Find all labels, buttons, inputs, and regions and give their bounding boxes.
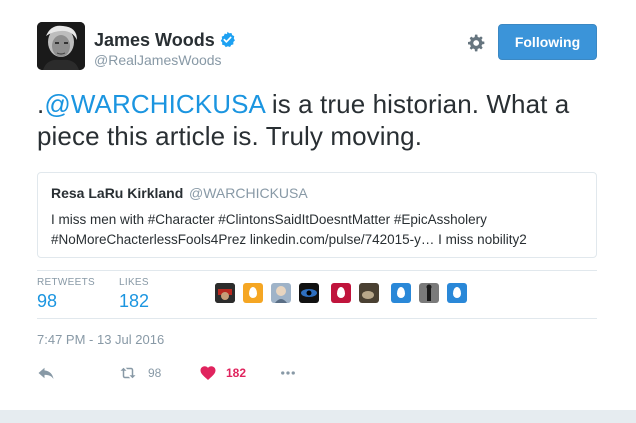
heart-icon[interactable] <box>199 364 217 382</box>
retweet-action-count: 98 <box>148 366 162 380</box>
quoted-tweet[interactable]: Resa LaRu Kirkland @WARCHICKUSA I miss m… <box>37 172 597 258</box>
liker-avatar[interactable] <box>299 283 319 303</box>
likes-count[interactable]: 182 <box>119 291 149 312</box>
liker-avatar[interactable] <box>391 283 411 303</box>
reply-icon[interactable] <box>37 364 55 382</box>
following-button[interactable]: Following <box>498 24 597 60</box>
author-avatar[interactable] <box>37 22 85 70</box>
liker-avatar[interactable] <box>215 283 235 303</box>
quoted-author-name: Resa LaRu Kirkland <box>51 185 184 201</box>
like-action-count: 182 <box>226 366 247 380</box>
divider <box>37 318 597 319</box>
liker-avatar[interactable] <box>271 283 291 303</box>
tweet-timestamp[interactable]: 7:47 PM - 13 Jul 2016 <box>37 332 164 347</box>
gear-icon[interactable] <box>466 33 486 53</box>
verified-badge-icon <box>220 31 235 48</box>
author-name[interactable]: James Woods <box>94 30 215 51</box>
retweets-count[interactable]: 98 <box>37 291 57 312</box>
page-background <box>0 410 636 423</box>
likes-label: LIKES <box>119 277 149 288</box>
mention-link[interactable]: @WARCHICKUSA <box>44 89 264 119</box>
divider <box>37 270 597 271</box>
author-handle[interactable]: @RealJamesWoods <box>94 52 222 68</box>
retweet-icon[interactable] <box>118 364 138 382</box>
tweet-card: James Woods @RealJamesWoods Following .@… <box>0 0 636 410</box>
retweets-label: RETWEETS <box>37 277 95 288</box>
tweet-text: .@WARCHICKUSA is a true historian. What … <box>37 88 612 152</box>
quoted-author-handle: @WARCHICKUSA <box>189 185 308 201</box>
more-icon[interactable] <box>277 364 299 382</box>
quoted-tweet-text: I miss men with #Character #ClintonsSaid… <box>51 212 527 247</box>
liker-avatar[interactable] <box>359 283 379 303</box>
liker-avatar[interactable] <box>331 283 351 303</box>
liker-avatar[interactable] <box>243 283 263 303</box>
liker-avatar[interactable] <box>447 283 467 303</box>
liker-avatar[interactable] <box>419 283 439 303</box>
